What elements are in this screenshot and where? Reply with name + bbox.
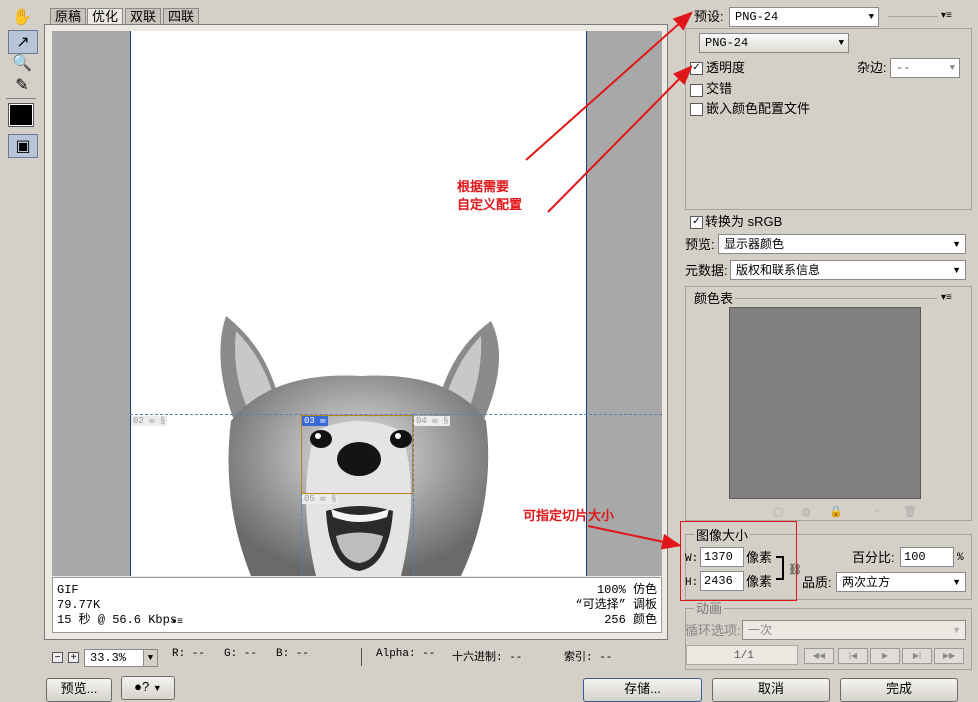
preset-menu-icon[interactable]: ▾≡ (941, 10, 952, 21)
first-frame-icon[interactable]: ◀◀ (804, 648, 834, 664)
animation-title: 动画 (694, 601, 725, 617)
color-table-swatches[interactable] (729, 307, 921, 499)
embed-profile-checkbox[interactable] (690, 103, 703, 116)
status-b: B: -- (276, 648, 310, 660)
matte-select[interactable]: -- ▼ (890, 58, 960, 78)
metadata-select[interactable]: 版权和联系信息 ▼ (730, 260, 966, 280)
chevron-down-icon: ▼ (952, 625, 961, 635)
chevron-down-icon: ▼ (952, 577, 961, 587)
matte-label: 杂边: (857, 60, 887, 75)
browser-globe-icon: ●? (134, 679, 150, 694)
status-r: R: -- (172, 648, 206, 660)
save-button[interactable]: 存储... (583, 678, 702, 702)
quality-label: 品质: (802, 575, 832, 590)
annotation-note1-line1: 根据需要 (457, 179, 510, 194)
convert-srgb-label: 转换为 sRGB (705, 214, 783, 229)
loop-select[interactable]: 一次 ▼ (742, 620, 966, 640)
percent-sign: % (957, 552, 964, 564)
metadata-label: 元数据: (685, 263, 728, 278)
play-icon[interactable]: ▶ (870, 648, 900, 664)
chevron-down-icon: ▼ (152, 683, 162, 693)
info-time: 15 秒 @ 56.6 Kbps (57, 613, 178, 627)
annotation-note2: 可指定切片大小 (523, 508, 615, 523)
prev-frame-icon[interactable]: |◀ (838, 648, 868, 664)
new-color-icon[interactable]: ▫ (875, 505, 879, 517)
slice-label-04[interactable]: 04 ✉ § (414, 416, 451, 426)
slice-guide-right (413, 414, 414, 576)
status-hex: 十六进制: -- (452, 652, 523, 664)
slice-select-tool-icon[interactable]: ↗ (8, 30, 38, 54)
optimization-info: GIF 79.77K 15 秒 @ 56.6 Kbps ▾≡ 100% 仿色 “… (52, 577, 662, 633)
preset-label: 预设: (694, 9, 724, 24)
slice-label-05[interactable]: 05 ✉ § (302, 494, 339, 504)
info-colors: 256 颜色 (604, 613, 657, 627)
info-size: 79.77K (57, 598, 101, 612)
eyedropper-tool-icon[interactable]: ✎ (8, 74, 36, 96)
status-index: 索引: -- (564, 652, 613, 664)
preview-mode-select[interactable]: 显示器颜色 ▼ (718, 234, 966, 254)
image-document (130, 31, 587, 576)
tab-4up[interactable]: 四联 (163, 8, 200, 25)
info-dither: 100% 仿色 (596, 583, 657, 597)
transparency-label: 透明度 (706, 60, 746, 75)
preview-button[interactable]: 预览... (46, 678, 112, 702)
interlaced-checkbox[interactable] (690, 84, 703, 97)
next-frame-icon[interactable]: ▶| (902, 648, 932, 664)
done-button[interactable]: 完成 (840, 678, 958, 702)
cancel-button[interactable]: 取消 (712, 678, 830, 702)
preset-divider (888, 16, 938, 17)
percent-label: 百分比: (852, 550, 895, 565)
lock-color-icon[interactable]: 🔒 (829, 505, 843, 518)
toolbar-divider (6, 98, 36, 99)
format-settings-group (685, 28, 972, 210)
zoom-out-button[interactable]: − (52, 652, 63, 663)
last-frame-icon[interactable]: ▶▶ (934, 648, 964, 664)
image-size-highlight (680, 521, 797, 601)
loop-label: 循环选项: (685, 623, 741, 638)
zoom-tool-icon[interactable]: 🔍 (8, 52, 36, 74)
dog-image (220, 316, 499, 576)
status-g: G: -- (224, 648, 258, 660)
info-menu-icon[interactable]: ▾≡ (171, 615, 183, 630)
percent-input[interactable]: 100 (900, 547, 954, 567)
annotation-note1-line2: 自定义配置 (457, 197, 523, 212)
toggle-slices-icon[interactable]: ▣ (8, 134, 38, 158)
transparency-checkbox[interactable]: ✓ (690, 62, 703, 75)
info-format: GIF (57, 583, 79, 597)
quality-select[interactable]: 两次立方 ▼ (836, 572, 966, 592)
browser-preview-button[interactable]: ●? ▼ (121, 676, 175, 700)
chevron-down-icon: ▼ (952, 239, 961, 249)
hand-tool-icon[interactable]: ✋ (8, 6, 36, 28)
eyedropper-color-swatch[interactable] (8, 103, 34, 127)
info-palette: “可选择” 调板 (575, 598, 657, 612)
slice-label-02[interactable]: 02 ✉ § (131, 416, 168, 426)
status-alpha: Alpha: -- (376, 648, 436, 660)
trash-icon[interactable]: 🗑 (903, 505, 917, 518)
convert-srgb-checkbox[interactable]: ✓ (690, 216, 703, 229)
web-shift-icon[interactable]: ◍ (801, 505, 811, 518)
chevron-down-icon: ▼ (952, 265, 961, 275)
chevron-down-icon: ▼ (949, 63, 955, 73)
chevron-down-icon: ▼ (868, 12, 874, 22)
view-tabs: 原稿 优化 双联 四联 (50, 6, 667, 25)
tab-optimized[interactable]: 优化 (87, 8, 124, 25)
preset-select[interactable]: PNG-24 ▼ (729, 7, 879, 27)
tab-2up[interactable]: 双联 (125, 8, 162, 25)
frame-counter: 1/1 (734, 650, 754, 662)
status-divider (361, 648, 362, 666)
interlaced-label: 交错 (706, 81, 733, 96)
selected-slice-03[interactable] (301, 415, 413, 494)
tab-original[interactable]: 原稿 (50, 8, 87, 25)
slice-label-03[interactable]: 03 ✉ (302, 416, 328, 426)
chevron-down-icon: ▼ (838, 38, 844, 48)
zoom-level-select[interactable]: 33.3% ▼ (84, 649, 158, 667)
preview-viewport[interactable]: 02 ✉ § 03 ✉ 04 ✉ § 05 ✉ § (52, 31, 662, 576)
format-select[interactable]: PNG-24 ▼ (699, 33, 849, 53)
map-transparent-icon[interactable]: ▢ (773, 505, 783, 518)
zoom-in-button[interactable]: + (68, 652, 79, 663)
embed-profile-label: 嵌入颜色配置文件 (706, 101, 811, 116)
preview-label: 预览: (685, 237, 715, 252)
